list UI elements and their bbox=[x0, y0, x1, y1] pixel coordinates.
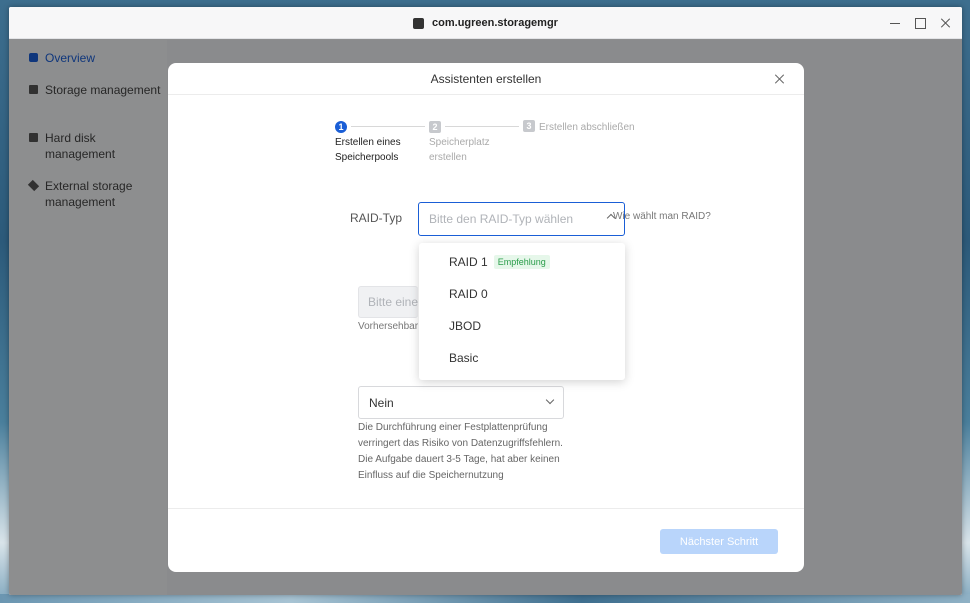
maximize-icon[interactable] bbox=[915, 17, 926, 29]
step-label: Erstellen abschließen bbox=[539, 122, 635, 133]
option-label: Basic bbox=[449, 351, 479, 365]
step-number: 3 bbox=[523, 120, 535, 132]
step-label: Erstellen eines Speicherpools bbox=[335, 137, 401, 163]
raid-help-link[interactable]: Wie wählt man RAID? bbox=[613, 211, 711, 222]
step-number: 1 bbox=[335, 121, 347, 133]
app-title-text: com.ugreen.storagemgr bbox=[432, 17, 558, 29]
raid-option-raid1[interactable]: RAID 1 Empfehlung bbox=[449, 255, 550, 269]
raid-option-jbod[interactable]: JBOD bbox=[449, 319, 481, 333]
next-step-button[interactable]: Nächster Schritt bbox=[660, 529, 778, 554]
capacity-input[interactable]: Bitte eine bbox=[358, 286, 418, 318]
disk-check-select[interactable]: Nein bbox=[358, 386, 564, 419]
app-icon bbox=[413, 17, 425, 29]
desktop-background bbox=[0, 594, 970, 603]
dialog-footer: Nächster Schritt bbox=[168, 508, 804, 572]
step-1: 1 Erstellen eines Speicherpools bbox=[335, 120, 405, 165]
raid-type-dropdown: RAID 1 Empfehlung RAID 0 JBOD Basic bbox=[419, 243, 625, 380]
recommendation-badge: Empfehlung bbox=[493, 255, 550, 269]
chevron-down-icon bbox=[545, 395, 555, 405]
create-wizard-dialog: Assistenten erstellen 1 Erstellen eines … bbox=[168, 63, 804, 572]
dialog-title: Assistenten erstellen bbox=[430, 72, 542, 86]
title-bar: com.ugreen.storagemgr bbox=[9, 7, 962, 39]
app-title: com.ugreen.storagemgr bbox=[9, 7, 962, 39]
close-icon[interactable] bbox=[774, 73, 786, 85]
raid-option-basic[interactable]: Basic bbox=[449, 351, 478, 365]
step-label: Speicherplatz erstellen bbox=[429, 137, 490, 163]
option-label: RAID 0 bbox=[449, 287, 488, 301]
step-2: 2 Speicherplatz erstellen bbox=[429, 120, 493, 165]
raid-option-raid0[interactable]: RAID 0 bbox=[449, 287, 488, 301]
minimize-icon[interactable] bbox=[889, 17, 901, 29]
step-number: 2 bbox=[429, 121, 441, 133]
window-controls bbox=[889, 7, 952, 39]
option-label: JBOD bbox=[449, 319, 482, 333]
disk-check-value: Nein bbox=[369, 396, 394, 410]
disk-check-description: Die Durchführung einer Festplattenprüfun… bbox=[358, 422, 563, 481]
dialog-header: Assistenten erstellen bbox=[168, 63, 804, 95]
capacity-note: Vorhersehbare bbox=[358, 321, 418, 332]
raid-type-placeholder: Bitte den RAID-Typ wählen bbox=[429, 212, 574, 226]
option-label: RAID 1 bbox=[449, 255, 488, 269]
raid-type-label: RAID-Typ bbox=[350, 211, 403, 225]
raid-type-select[interactable]: Bitte den RAID-Typ wählen bbox=[418, 202, 625, 236]
close-window-icon[interactable] bbox=[940, 17, 952, 29]
step-3: 3 Erstellen abschließen bbox=[523, 120, 635, 135]
